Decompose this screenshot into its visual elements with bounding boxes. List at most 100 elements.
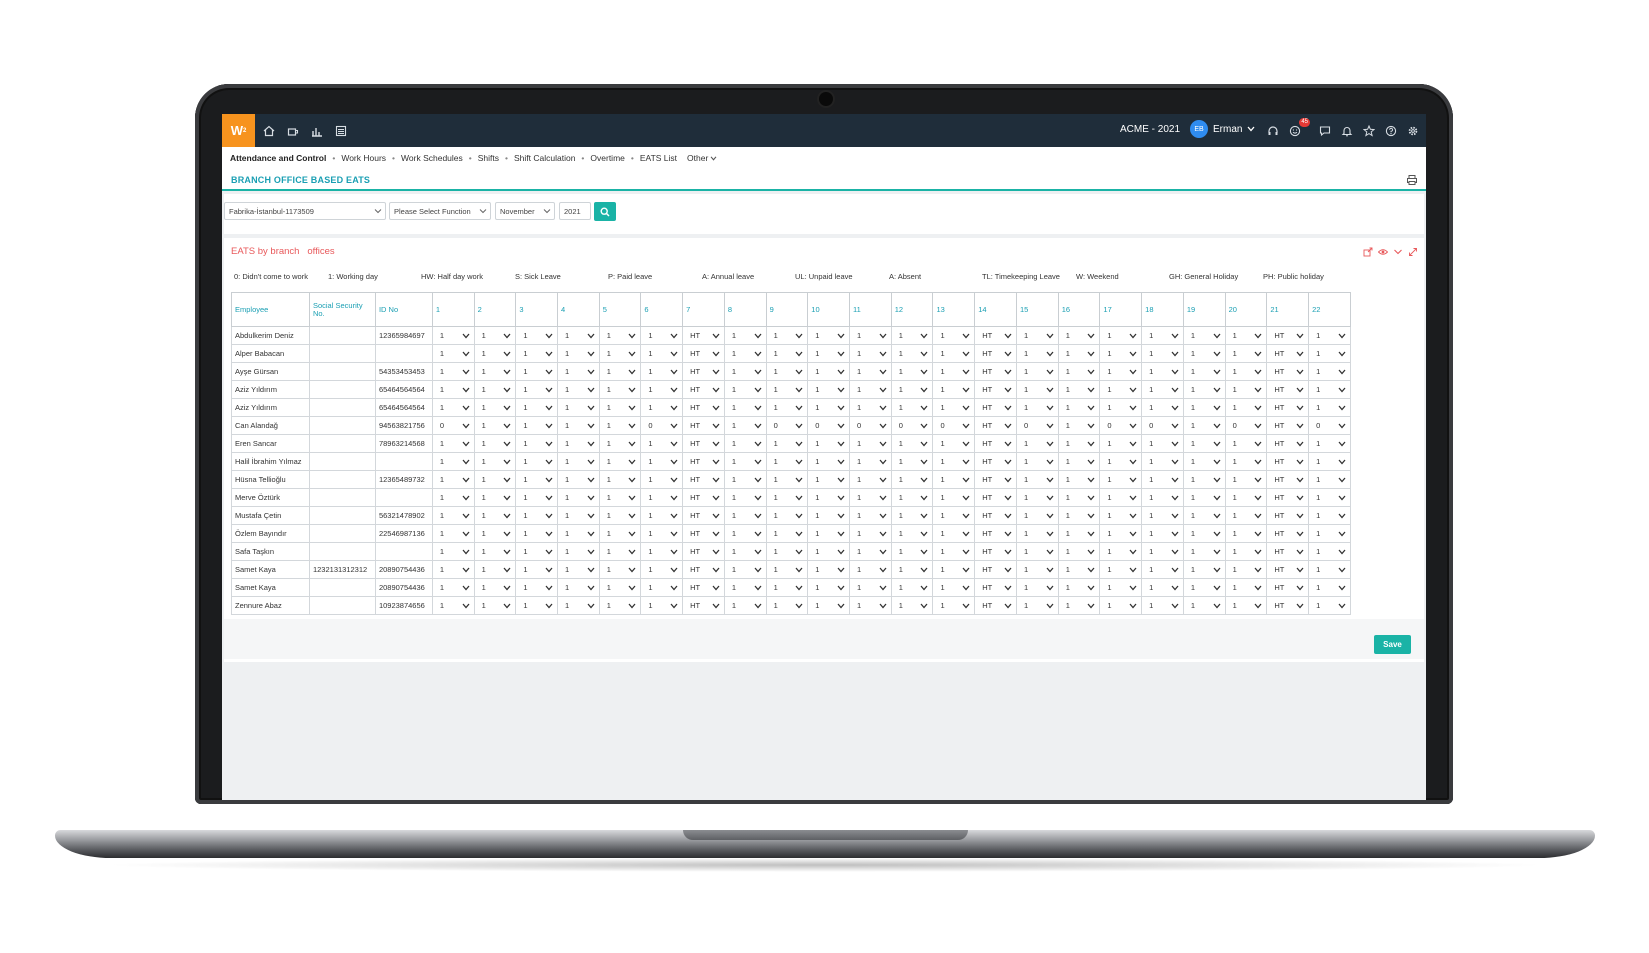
day-status-select[interactable]: 0 (765, 416, 809, 435)
day-status-select[interactable]: 1 (807, 596, 851, 615)
day-status-select[interactable]: HT (682, 416, 725, 435)
day-status-select[interactable]: 1 (640, 560, 684, 579)
day-status-select[interactable]: 1 (1224, 344, 1268, 363)
gear-icon[interactable] (1404, 122, 1422, 140)
day-status-select[interactable]: 1 (1099, 596, 1143, 615)
day-status-select[interactable]: 1 (765, 578, 809, 597)
day-status-select[interactable]: 1 (473, 578, 517, 597)
day-status-select[interactable]: 1 (598, 434, 642, 453)
day-status-select[interactable]: 1 (807, 542, 851, 561)
day-status-select[interactable]: HT (974, 452, 1017, 471)
day-status-select[interactable]: 1 (723, 362, 767, 381)
day-status-select[interactable]: 1 (807, 326, 851, 345)
day-status-select[interactable]: 1 (557, 470, 600, 489)
day-status-select[interactable]: 1 (598, 524, 642, 543)
day-status-select[interactable]: 1 (515, 470, 559, 489)
day-status-select[interactable]: 1 (1015, 434, 1059, 453)
day-status-select[interactable]: 1 (765, 434, 809, 453)
day-status-select[interactable]: 1 (473, 596, 517, 615)
day-status-select[interactable]: 1 (849, 434, 892, 453)
day-status-select[interactable]: 1 (1224, 452, 1268, 471)
day-status-select[interactable]: 1 (431, 524, 475, 543)
day-status-select[interactable]: 1 (807, 470, 851, 489)
day-status-select[interactable]: HT (682, 560, 725, 579)
day-status-select[interactable]: 1 (1182, 344, 1226, 363)
day-status-select[interactable]: 1 (515, 398, 559, 417)
day-status-select[interactable]: 1 (890, 398, 934, 417)
day-status-select[interactable]: HT (682, 434, 725, 453)
day-status-select[interactable]: 1 (807, 344, 851, 363)
day-status-select[interactable]: 1 (1308, 488, 1351, 507)
day-status-select[interactable]: 1 (932, 380, 976, 399)
day-status-select[interactable]: 1 (1224, 596, 1268, 615)
day-status-select[interactable]: HT (974, 542, 1017, 561)
day-status-select[interactable]: 1 (515, 362, 559, 381)
day-status-select[interactable]: 1 (849, 524, 892, 543)
print-icon[interactable] (1406, 174, 1418, 186)
day-status-select[interactable]: 1 (598, 560, 642, 579)
day-status-select[interactable]: 1 (515, 380, 559, 399)
day-status-select[interactable]: HT (974, 578, 1017, 597)
day-status-select[interactable]: 1 (807, 488, 851, 507)
day-status-select[interactable]: 1 (598, 488, 642, 507)
day-status-select[interactable]: 1 (431, 470, 475, 489)
breadcrumb-shifts[interactable]: Shifts (478, 153, 499, 163)
day-status-select[interactable]: 1 (1182, 506, 1226, 525)
day-status-select[interactable]: 1 (1057, 398, 1101, 417)
day-status-select[interactable]: 1 (557, 578, 600, 597)
day-status-select[interactable]: 1 (890, 596, 934, 615)
day-status-select[interactable]: 1 (473, 344, 517, 363)
day-status-select[interactable]: 1 (932, 398, 976, 417)
day-status-select[interactable]: 1 (807, 362, 851, 381)
day-status-select[interactable]: 1 (1057, 488, 1101, 507)
day-status-select[interactable]: 1 (473, 452, 517, 471)
help-icon[interactable] (1382, 122, 1400, 140)
day-status-select[interactable]: 1 (1015, 524, 1059, 543)
day-status-select[interactable]: 1 (849, 452, 892, 471)
day-status-select[interactable]: 1 (1015, 362, 1059, 381)
day-status-select[interactable]: 1 (431, 542, 475, 561)
day-status-select[interactable]: 1 (473, 434, 517, 453)
day-status-select[interactable]: 1 (1141, 488, 1184, 507)
day-status-select[interactable]: HT (1266, 506, 1310, 525)
day-status-select[interactable]: 1 (1224, 434, 1268, 453)
day-status-select[interactable]: 1 (890, 362, 934, 381)
day-status-select[interactable]: 1 (431, 506, 475, 525)
day-status-select[interactable]: 1 (723, 506, 767, 525)
day-status-select[interactable]: HT (1266, 524, 1310, 543)
day-status-select[interactable]: 1 (1099, 362, 1143, 381)
day-status-select[interactable]: 1 (431, 488, 475, 507)
day-status-select[interactable]: 1 (431, 596, 475, 615)
day-status-select[interactable]: 1 (473, 326, 517, 345)
day-status-select[interactable]: 1 (557, 524, 600, 543)
day-status-select[interactable]: 1 (1141, 380, 1184, 399)
day-status-select[interactable]: HT (1266, 596, 1310, 615)
day-status-select[interactable]: 1 (1057, 416, 1101, 435)
day-status-select[interactable]: HT (1266, 326, 1310, 345)
day-status-select[interactable]: 1 (932, 596, 976, 615)
day-status-select[interactable]: 1 (1182, 326, 1226, 345)
day-status-select[interactable]: 1 (640, 488, 684, 507)
day-status-select[interactable]: 1 (849, 506, 892, 525)
day-status-select[interactable]: 1 (1224, 506, 1268, 525)
day-status-select[interactable]: HT (1266, 488, 1310, 507)
day-status-select[interactable]: 1 (932, 542, 976, 561)
day-status-select[interactable]: 1 (1308, 560, 1351, 579)
day-status-select[interactable]: 1 (723, 344, 767, 363)
day-status-select[interactable]: 1 (1141, 578, 1184, 597)
day-status-select[interactable]: 1 (1224, 524, 1268, 543)
day-status-select[interactable]: 1 (598, 326, 642, 345)
day-status-select[interactable]: 1 (431, 362, 475, 381)
day-status-select[interactable]: 1 (557, 416, 600, 435)
chat-icon[interactable] (1316, 122, 1334, 140)
day-status-select[interactable]: 1 (1057, 470, 1101, 489)
day-status-select[interactable]: 1 (1057, 362, 1101, 381)
day-status-select[interactable]: 1 (1141, 344, 1184, 363)
day-status-select[interactable]: 1 (1099, 470, 1143, 489)
bell-icon[interactable] (1338, 122, 1356, 140)
day-status-select[interactable]: 1 (431, 452, 475, 471)
day-status-select[interactable]: 1 (890, 506, 934, 525)
breadcrumb-overtime[interactable]: Overtime (590, 153, 624, 163)
day-status-select[interactable]: 1 (431, 380, 475, 399)
day-status-select[interactable]: 1 (1057, 452, 1101, 471)
